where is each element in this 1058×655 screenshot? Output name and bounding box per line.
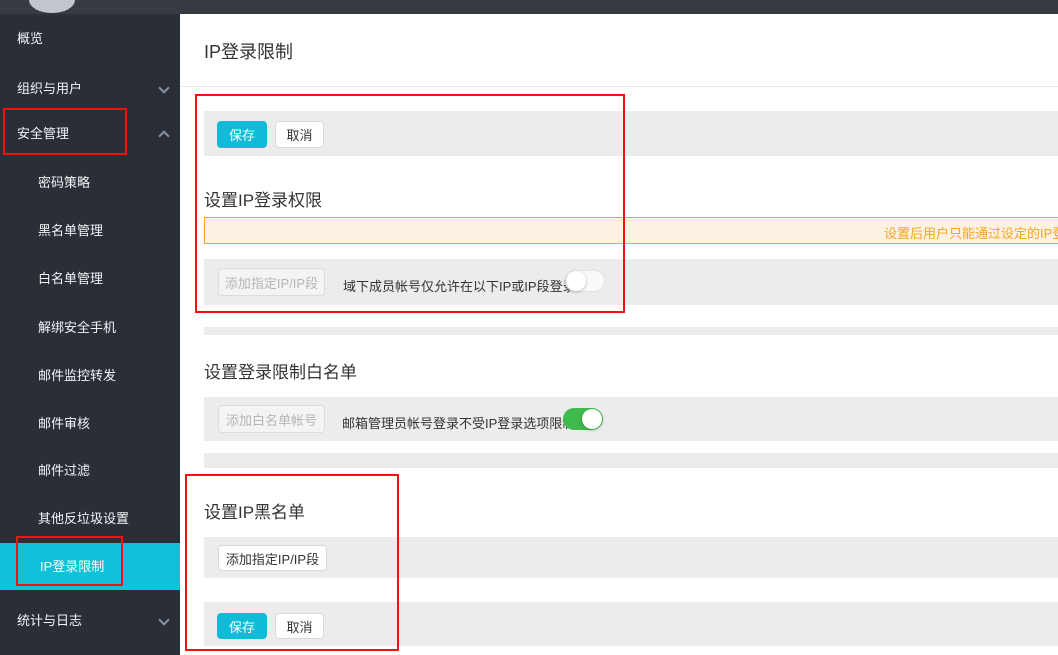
toggle-knob [582,409,602,429]
chevron-up-icon[interactable] [158,130,169,141]
blacklist-actions-bar [204,602,1058,646]
sidebar-item-antispam-settings[interactable]: 其他反垃圾设置 [38,511,129,527]
ip-permission-controls-bar [204,259,1058,305]
chevron-down-icon[interactable] [158,82,169,93]
sidebar-item-whitelist-mgmt[interactable]: 白名单管理 [38,271,103,287]
add-whitelist-account-button-disabled[interactable]: 添加白名单帐号 [218,405,325,433]
chevron-down-icon[interactable] [158,614,169,625]
sidebar-item-mail-filter[interactable]: 邮件过滤 [38,463,90,479]
sidebar: 概览 组织与用户 安全管理 密码策略 黑名单管理 白名单管理 解绑安全手机 邮件… [0,0,180,655]
cancel-button-bottom[interactable]: 取消 [275,613,324,639]
cancel-button-top[interactable]: 取消 [275,121,324,148]
sidebar-item-mail-audit[interactable]: 邮件审核 [38,416,90,432]
sidebar-item-overview[interactable]: 概览 [17,31,43,47]
whitelist-controls-bar [204,397,1058,441]
whitelist-toggle-label: 邮箱管理员帐号登录不受IP登录选项限制 [342,413,575,432]
sidebar-item-org-users[interactable]: 组织与用户 [17,81,82,97]
sidebar-item-security[interactable]: 安全管理 [17,126,69,142]
sidebar-item-unbind-phone[interactable]: 解绑安全手机 [38,320,116,336]
title-divider [180,86,1058,87]
add-ip-range-button-disabled[interactable]: 添加指定IP/IP段 [218,268,325,296]
partial-logo-arch-icon [29,0,75,13]
add-ip-range-button[interactable]: 添加指定IP/IP段 [218,545,327,571]
sidebar-item-ip-login-restriction-label: IP登录限制 [40,543,104,590]
ip-permission-notice-bar: 设置后用户只能通过设定的IP登录 [204,217,1058,244]
ip-permission-notice-text: 设置后用户只能通过设定的IP登录 [884,223,1058,242]
blacklist-add-bar [204,537,1058,578]
page-title: IP登录限制 [204,38,293,64]
whitelist-heading: 设置登录限制白名单 [204,358,357,383]
ip-login-restriction-page: 概览 组织与用户 安全管理 密码策略 黑名单管理 白名单管理 解绑安全手机 邮件… [0,0,1058,655]
save-button-top[interactable]: 保存 [217,121,267,148]
ip-permission-toggle-off[interactable] [565,270,605,292]
save-button-bottom[interactable]: 保存 [217,613,267,639]
ip-permission-toggle-label: 域下成员帐号仅允许在以下IP或IP段登录 [343,276,576,295]
blacklist-heading: 设置IP黑名单 [204,498,305,523]
top-bar [0,0,1058,14]
section-strip [204,327,1058,335]
sidebar-item-mail-monitor-forward[interactable]: 邮件监控转发 [38,368,116,384]
section-strip [204,453,1058,468]
ip-permission-heading: 设置IP登录权限 [204,186,322,211]
sidebar-item-stats-logs[interactable]: 统计与日志 [17,613,82,629]
whitelist-toggle-on[interactable] [563,408,603,430]
sidebar-item-ip-login-restriction[interactable]: IP登录限制 [0,543,180,590]
sidebar-item-blacklist-mgmt[interactable]: 黑名单管理 [38,223,103,239]
toggle-knob [566,271,586,291]
top-actions-bar [204,111,1058,156]
sidebar-item-password-policy[interactable]: 密码策略 [38,175,90,191]
